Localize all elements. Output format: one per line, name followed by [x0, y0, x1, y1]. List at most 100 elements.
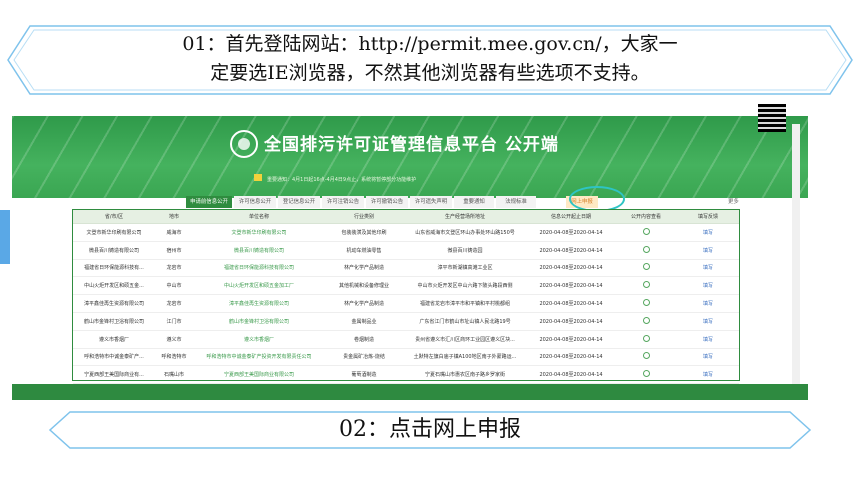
view-icon[interactable]	[642, 245, 650, 253]
more-link[interactable]: 更多	[728, 196, 739, 208]
table-row: 呼和浩特市中诚金泰矿产... 呼和浩特市 呼和浩特市中诚金泰矿产投资开发有限责任公司…	[73, 348, 739, 367]
cell-address: 漳平市新湖镇高滩工业区	[403, 259, 527, 278]
cell-industry: 林产化学产品制造	[325, 259, 403, 278]
cell-dates: 2020-04-08至2020-04-14	[527, 259, 615, 278]
cell-view[interactable]	[615, 330, 677, 349]
site-notice[interactable]: 重要通知：4月1日起16点-4月4日9点止，系统将暂停部分功能维护	[267, 176, 416, 183]
view-icon[interactable]	[642, 316, 650, 324]
cell-feedback[interactable]: 填写	[677, 276, 739, 296]
cell-feedback[interactable]: 填写	[677, 330, 739, 349]
site-title: 全国排污许可证管理信息平台 公开端	[264, 135, 559, 155]
cell-city: 威海市	[155, 223, 193, 242]
cell-industry: 卷烟制造	[325, 330, 403, 349]
col-city: 地市	[155, 210, 193, 224]
view-icon[interactable]	[642, 370, 650, 378]
cell-unit-name[interactable]: 文登市新华印刷有限公司	[193, 223, 325, 242]
cell-feedback[interactable]: 填写	[677, 365, 739, 385]
cell-dates: 2020-04-08至2020-04-14	[527, 294, 615, 313]
tab-important-notice[interactable]: 重要通知	[454, 196, 494, 208]
emblem-icon	[230, 130, 258, 158]
view-icon[interactable]	[642, 281, 650, 289]
cell-dates: 2020-04-08至2020-04-14	[527, 330, 615, 349]
cell-address: 山东省威海市文登区环山办事处环山路150号	[403, 223, 527, 242]
cell-address: 广东省江门市鹤山市址山镇人民北路19号	[403, 312, 527, 331]
cell-feedback[interactable]: 填写	[677, 223, 739, 242]
cell-unit-name[interactable]: 鹤山市金锋村卫浴有限公司	[193, 312, 325, 331]
cell-view[interactable]	[615, 365, 677, 385]
cell-province: 文登市新华印刷有限公司	[73, 223, 155, 242]
tab-regulations[interactable]: 法规标准	[496, 196, 536, 208]
cell-unit-name[interactable]: 呼和浩特市中诚金泰矿产投资开发有限责任公司	[193, 348, 325, 367]
table-row: 宁夏西部王美国际商业有... 石嘴山市 宁夏西部王美国际商业有限公司 葡萄酒制造 宁夏石…	[73, 365, 739, 385]
cell-unit-name[interactable]: 宁夏西部王美国际商业有限公司	[193, 365, 325, 385]
view-icon[interactable]	[642, 263, 650, 271]
cell-unit-name[interactable]: 微县百川铸造有限公司	[193, 241, 325, 260]
cell-view[interactable]	[615, 241, 677, 260]
step1-text: 01：首先登陆网站：http://permit.mee.gov.cn/，大家一 …	[0, 30, 860, 88]
website-screenshot: 全国排污许可证管理信息平台 公开端 重要通知：4月1日起16点-4月4日9点止，…	[12, 116, 808, 400]
view-icon[interactable]	[642, 299, 650, 307]
cell-feedback[interactable]: 填写	[677, 241, 739, 260]
site-footer	[12, 384, 808, 400]
cell-province: 呼和浩特市中诚金泰矿产...	[73, 348, 155, 367]
cell-dates: 2020-04-08至2020-04-14	[527, 312, 615, 331]
cell-dates: 2020-04-08至2020-04-14	[527, 365, 615, 385]
cell-province: 漳平鑫佳再生资源有限公司	[73, 294, 155, 313]
cell-city: 宿州市	[155, 241, 193, 260]
left-accent-bar	[0, 210, 10, 264]
cell-view[interactable]	[615, 348, 677, 367]
cell-province: 福建省日环保能源科技有...	[73, 259, 155, 278]
cell-dates: 2020-04-08至2020-04-14	[527, 241, 615, 260]
cell-feedback[interactable]: 填写	[677, 348, 739, 367]
cell-industry: 其他机械和设备修理业	[325, 276, 403, 296]
table-row: 福建省日环保能源科技有... 龙岩市 福建省日环保能源科技有限公司 林产化学产品制造漳…	[73, 259, 739, 278]
cell-feedback[interactable]: 填写	[677, 259, 739, 278]
cell-city: 江门市	[155, 312, 193, 331]
cell-view[interactable]	[615, 312, 677, 331]
cell-industry: 贵金属矿冶炼-烧结	[325, 348, 403, 367]
view-icon[interactable]	[642, 227, 650, 235]
cell-province: 遵义市香烟厂	[73, 330, 155, 349]
cell-address: 福建省龙岩市漳平市和平镇和平村桃都组	[403, 294, 527, 313]
col-industry: 行业类别	[325, 210, 403, 224]
cell-feedback[interactable]: 填写	[677, 294, 739, 313]
tab-cancellation-notice[interactable]: 许可注销公告	[322, 196, 364, 208]
instruction-banner-step1: 01：首先登陆网站：http://permit.mee.gov.cn/，大家一 …	[0, 22, 860, 98]
cell-unit-name[interactable]: 中山火炬开发区和硕五金加工厂	[193, 276, 325, 296]
cell-city: 石嘴山市	[155, 365, 193, 385]
table-row: 漳平鑫佳再生资源有限公司 龙岩市 漳平鑫佳再生资源有限公司 林产化学产品制造 福建省龙岩…	[73, 294, 739, 313]
cell-province: 微县百川铸造有限公司	[73, 241, 155, 260]
instruction-banner-step2: 02：点击网上申报	[0, 410, 860, 450]
cell-view[interactable]	[615, 294, 677, 313]
cell-unit-name[interactable]: 遵义市香烟厂	[193, 330, 325, 349]
cell-city: 呼和浩特市	[155, 348, 193, 367]
step1-line1: 01：首先登陆网站：http://permit.mee.gov.cn/，大家一	[182, 33, 678, 55]
step2-text: 02：点击网上申报	[339, 417, 521, 442]
col-feedback: 填写反馈	[677, 210, 739, 224]
qr-code-pattern	[758, 104, 786, 132]
col-unit-name: 单位名称	[193, 210, 325, 224]
cell-city: 龙岩市	[155, 259, 193, 278]
cell-province: 中山火炬开发区和硕五金...	[73, 276, 155, 296]
cell-view[interactable]	[615, 223, 677, 242]
cell-industry: 机动车燃油零售	[325, 241, 403, 260]
cell-view[interactable]	[615, 276, 677, 296]
col-dates: 信息公开起止日期	[527, 210, 615, 224]
view-icon[interactable]	[642, 334, 650, 342]
cell-feedback[interactable]: 填写	[677, 312, 739, 331]
cell-unit-name[interactable]: 福建省日环保能源科技有限公司	[193, 259, 325, 278]
cell-unit-name[interactable]: 漳平鑫佳再生资源有限公司	[193, 294, 325, 313]
tab-pre-application-disclosure[interactable]: 申请前信息公开	[186, 196, 232, 208]
scrollbar[interactable]	[792, 124, 800, 394]
table-row: 文登市新华印刷有限公司 威海市 文登市新华印刷有限公司 包装装潢及其他印刷 山东省威海市…	[73, 223, 739, 242]
view-icon[interactable]	[642, 352, 650, 360]
tab-revocation-notice[interactable]: 许可撤销公告	[366, 196, 408, 208]
cell-view[interactable]	[615, 259, 677, 278]
tab-registration-disclosure[interactable]: 登记信息公开	[278, 196, 320, 208]
cell-industry: 林产化学产品制造	[325, 294, 403, 313]
tab-loss-statement[interactable]: 许可遗失声明	[410, 196, 452, 208]
header-decoration	[12, 116, 808, 198]
tab-permit-disclosure[interactable]: 许可信息公开	[234, 196, 276, 208]
cell-address: 微县百川铸造园	[403, 241, 527, 260]
cell-province: 宁夏西部王美国际商业有...	[73, 365, 155, 385]
